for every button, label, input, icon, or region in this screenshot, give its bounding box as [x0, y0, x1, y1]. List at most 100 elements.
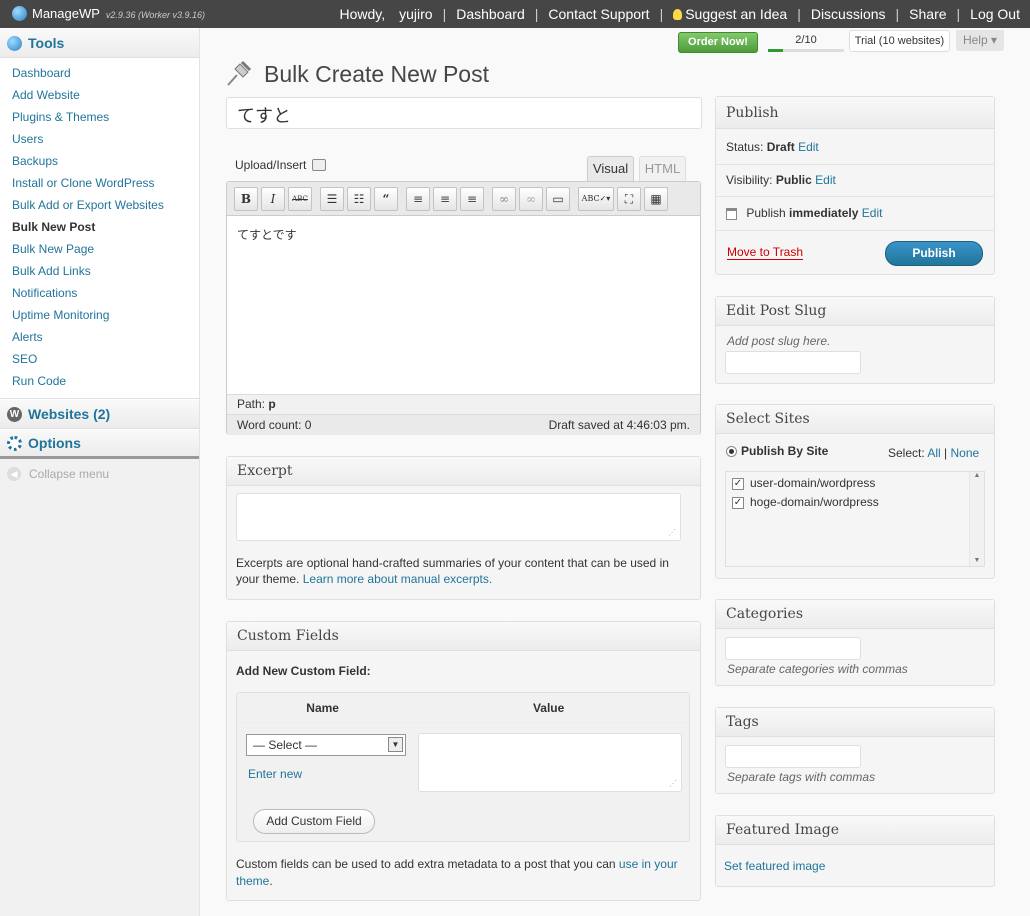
- app-logo[interactable]: ManageWP v2.9.36 (Worker v3.9.16): [12, 6, 205, 21]
- sidebar-item-uptime-monitoring[interactable]: Uptime Monitoring: [0, 304, 199, 326]
- sidebar-item-bulk-add-links[interactable]: Bulk Add Links: [0, 260, 199, 282]
- publish-by-site-option[interactable]: Publish By Site: [726, 444, 828, 458]
- path-value[interactable]: p: [268, 397, 275, 411]
- custom-field-name-select[interactable]: — Select — ▼: [246, 734, 406, 756]
- blockquote-icon[interactable]: “: [374, 186, 398, 211]
- scroll-down-icon[interactable]: ▼: [970, 557, 984, 564]
- bold-icon[interactable]: B: [234, 186, 258, 211]
- radio-selected-icon[interactable]: [726, 446, 737, 458]
- select-all-link[interactable]: All: [927, 446, 940, 460]
- tab-visual[interactable]: Visual: [587, 156, 634, 181]
- spellcheck-icon[interactable]: ABC✓▾: [578, 186, 614, 211]
- status-edit-link[interactable]: Edit: [798, 140, 819, 154]
- excerpt-title[interactable]: Excerpt: [227, 457, 700, 486]
- sidebar-item-run-code[interactable]: Run Code: [0, 370, 199, 392]
- sidebar-item-bulk-new-page[interactable]: Bulk New Page: [0, 238, 199, 260]
- strikethrough-icon[interactable]: ABC: [288, 186, 312, 211]
- custom-field-header: Name Value: [237, 693, 689, 723]
- checkbox-checked-icon[interactable]: ✓: [732, 496, 744, 509]
- select-none-link[interactable]: None: [951, 446, 980, 460]
- scroll-up-icon[interactable]: ▲: [970, 472, 984, 479]
- menu-websites[interactable]: W Websites (2): [0, 399, 199, 429]
- visibility-value: Public: [775, 173, 812, 187]
- user-link[interactable]: yujiro: [399, 6, 432, 22]
- schedule-value: immediately: [789, 206, 859, 220]
- site-list-item[interactable]: ✓ hoge-domain/wordpress: [732, 495, 879, 509]
- status-label: Status:: [726, 140, 764, 154]
- post-title-input[interactable]: てすと: [226, 97, 702, 129]
- kitchen-sink-icon[interactable]: ▦: [644, 186, 668, 211]
- site-list-scrollbar[interactable]: ▲ ▼: [969, 472, 984, 566]
- site-list-item[interactable]: ✓ user-domain/wordpress: [732, 476, 875, 490]
- align-left-icon[interactable]: ≡: [406, 186, 430, 211]
- fullscreen-icon[interactable]: ⛶: [617, 186, 641, 211]
- publish-button[interactable]: Publish: [885, 241, 983, 266]
- sidebar-item-backups[interactable]: Backups: [0, 150, 199, 172]
- sidebar-item-add-website[interactable]: Add Website: [0, 84, 199, 106]
- nav-dashboard-link[interactable]: Dashboard: [456, 6, 525, 22]
- categories-hint: Separate categories with commas: [727, 662, 908, 676]
- editor-content[interactable]: てすとです: [227, 216, 700, 394]
- tags-input[interactable]: [725, 745, 861, 768]
- enter-new-link[interactable]: Enter new: [248, 767, 302, 781]
- nav-discussions-link[interactable]: Discussions: [811, 6, 886, 22]
- sidebar-item-plugins-themes[interactable]: Plugins & Themes: [0, 106, 199, 128]
- resize-grip-icon[interactable]: ⋰: [668, 528, 676, 537]
- set-featured-image-link[interactable]: Set featured image: [724, 859, 825, 873]
- schedule-label: Publish: [746, 206, 786, 220]
- menu-options[interactable]: Options: [0, 429, 199, 459]
- sidebar-item-notifications[interactable]: Notifications: [0, 282, 199, 304]
- sidebar-item-bulk-add-export[interactable]: Bulk Add or Export Websites: [0, 194, 199, 216]
- sidebar-item-install-clone[interactable]: Install or Clone WordPress: [0, 172, 199, 194]
- nav-contact-support-link[interactable]: Contact Support: [548, 6, 649, 22]
- checkbox-checked-icon[interactable]: ✓: [732, 477, 744, 490]
- unlink-icon[interactable]: ∞: [519, 186, 543, 211]
- menu-tools[interactable]: Tools: [0, 28, 199, 58]
- custom-field-value-textarea[interactable]: ⋰: [418, 733, 682, 792]
- excerpt-learn-more-link[interactable]: Learn more about manual excerpts.: [303, 572, 492, 586]
- word-count: Word count: 0: [237, 418, 312, 432]
- link-icon[interactable]: ∞: [492, 186, 516, 211]
- order-now-button[interactable]: Order Now!: [678, 32, 758, 53]
- app-version: v2.9.36 (Worker v3.9.16): [105, 9, 205, 20]
- sidebar-item-seo[interactable]: SEO: [0, 348, 199, 370]
- numbered-list-icon[interactable]: ☷: [347, 186, 371, 211]
- sidebar-item-alerts[interactable]: Alerts: [0, 326, 199, 348]
- upload-insert[interactable]: Upload/Insert: [235, 158, 327, 172]
- publish-title[interactable]: Publish: [716, 97, 994, 129]
- schedule-edit-link[interactable]: Edit: [862, 206, 883, 220]
- col-name-header: Name: [306, 701, 339, 715]
- resize-grip-icon[interactable]: ⋰: [669, 779, 677, 788]
- categories-title[interactable]: Categories: [716, 600, 994, 629]
- nav-separator: |: [895, 6, 900, 22]
- categories-input[interactable]: [725, 637, 861, 660]
- align-center-icon[interactable]: ≡: [433, 186, 457, 211]
- tab-html[interactable]: HTML: [639, 156, 686, 181]
- add-custom-field-button[interactable]: Add Custom Field: [253, 809, 375, 834]
- edit-slug-title[interactable]: Edit Post Slug: [716, 297, 994, 326]
- help-tab[interactable]: Help ▾: [956, 30, 1004, 51]
- move-to-trash-link[interactable]: Move to Trash: [727, 245, 804, 260]
- sidebar-item-users[interactable]: Users: [0, 128, 199, 150]
- nav-suggest-idea-link[interactable]: Suggest an Idea: [685, 6, 787, 22]
- excerpt-textarea[interactable]: ⋰: [236, 493, 681, 541]
- collapse-menu[interactable]: ◀ Collapse menu: [0, 459, 199, 489]
- nav-logout-link[interactable]: Log Out: [970, 6, 1020, 22]
- visibility-edit-link[interactable]: Edit: [815, 173, 836, 187]
- featured-image-title[interactable]: Featured Image: [716, 816, 994, 845]
- bullet-list-icon[interactable]: ☰: [320, 186, 344, 211]
- italic-icon[interactable]: I: [261, 186, 285, 211]
- gear-icon: [7, 435, 22, 451]
- align-right-icon[interactable]: ≡: [460, 186, 484, 211]
- add-media-icon[interactable]: [312, 159, 327, 171]
- nav-share-link[interactable]: Share: [909, 6, 946, 22]
- site-name: hoge-domain/wordpress: [750, 495, 879, 509]
- select-sites-title[interactable]: Select Sites: [716, 405, 994, 434]
- publish-by-site-label: Publish By Site: [741, 444, 829, 458]
- sidebar-item-dashboard[interactable]: Dashboard: [0, 62, 199, 84]
- sidebar-item-bulk-new-post[interactable]: Bulk New Post: [0, 216, 199, 238]
- tags-title[interactable]: Tags: [716, 708, 994, 737]
- slug-input[interactable]: [725, 351, 861, 374]
- custom-fields-title[interactable]: Custom Fields: [227, 622, 700, 651]
- more-tag-icon[interactable]: ▭: [546, 186, 570, 211]
